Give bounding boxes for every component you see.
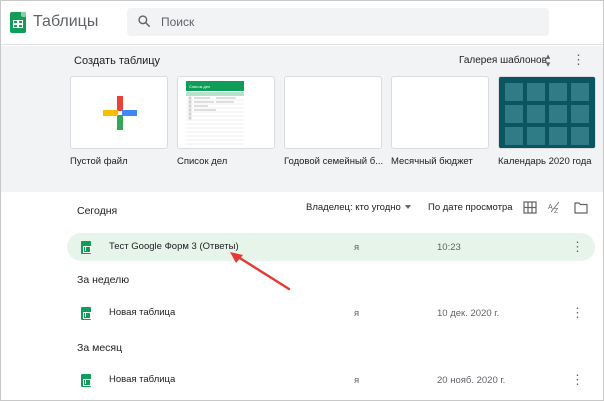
gallery-title: Создать таблицу — [74, 55, 161, 67]
calendar-month-block — [505, 127, 523, 145]
file-owner: я — [354, 242, 360, 253]
sheets-file-icon — [81, 241, 91, 254]
template-gallery: Создать таблицу Галерея шаблонов ▴ ▾ ⋮ Пу… — [1, 46, 603, 192]
calendar-month-block — [505, 83, 523, 101]
app-title[interactable]: Таблицы — [33, 13, 98, 31]
section-week: За неделю — [77, 274, 130, 286]
recent-files: Сегодня Владелец: кто угодно По дате про… — [1, 192, 603, 400]
search-box[interactable] — [127, 8, 549, 36]
template-card[interactable] — [391, 76, 489, 149]
svg-text:Z: Z — [554, 208, 559, 214]
todo-list-preview: Список дел — [186, 81, 244, 145]
calendar-month-block — [571, 127, 589, 145]
sheets-file-icon — [81, 307, 91, 320]
sort-order-button[interactable]: По дате просмотра — [428, 202, 513, 213]
template-card[interactable]: Список дел — [177, 76, 275, 149]
folder-icon[interactable] — [574, 201, 588, 214]
owner-filter-label: Владелец: кто угодно — [306, 202, 401, 213]
calendar-month-block — [571, 83, 589, 101]
template-card[interactable] — [284, 76, 382, 149]
file-row[interactable]: Тест Google Форм 3 (Ответы) я 10:23 ⋮ — [67, 233, 595, 261]
template-label: Пустой файл — [70, 156, 128, 167]
template-calendar[interactable]: Календарь 2020 года — [498, 76, 596, 167]
file-date: 10 дек. 2020 г. — [437, 308, 500, 319]
calendar-month-block — [549, 127, 567, 145]
owner-filter-dropdown[interactable]: Владелец: кто угодно — [306, 202, 411, 213]
template-monthly-budget[interactable]: Месячный бюджет — [391, 76, 489, 167]
sheets-logo-icon[interactable] — [10, 12, 26, 33]
file-row[interactable]: Новая таблица я 20 нояб. 2020 г. ⋮ — [67, 366, 595, 394]
sort-az-icon[interactable]: A Z — [548, 201, 562, 214]
file-date: 10:23 — [437, 242, 461, 253]
template-card[interactable] — [70, 76, 168, 149]
file-date: 20 нояб. 2020 г. — [437, 375, 506, 386]
section-today: Сегодня — [77, 205, 118, 217]
template-card[interactable] — [498, 76, 596, 149]
more-vert-icon[interactable]: ⋮ — [571, 305, 584, 321]
app-window: Таблицы Создать таблицу Галерея шаблонов… — [0, 0, 604, 401]
todo-preview-title: Список дел — [189, 84, 211, 89]
calendar-month-block — [527, 127, 545, 145]
template-gallery-button[interactable]: Галерея шаблонов — [459, 55, 547, 66]
unfold-icon[interactable]: ▴ ▾ — [542, 52, 554, 69]
more-vert-icon[interactable]: ⋮ — [571, 239, 584, 255]
file-name: Новая таблица — [109, 374, 176, 385]
file-owner: я — [354, 375, 360, 386]
sheets-file-icon — [81, 374, 91, 387]
file-row[interactable]: Новая таблица я 10 дек. 2020 г. ⋮ — [67, 299, 595, 327]
calendar-month-block — [527, 105, 545, 123]
file-name: Тест Google Форм 3 (Ответы) — [109, 241, 239, 252]
caret-down-icon — [404, 205, 411, 210]
template-label: Месячный бюджет — [391, 156, 473, 167]
template-todo[interactable]: Список дел Список дел — [177, 76, 275, 167]
template-label: Список дел — [177, 156, 228, 167]
top-bar: Таблицы — [1, 1, 603, 45]
template-blank[interactable]: Пустой файл — [70, 76, 168, 167]
calendar-month-block — [527, 83, 545, 101]
file-owner: я — [354, 308, 360, 319]
more-vert-icon[interactable]: ⋮ — [572, 52, 585, 68]
template-label: Календарь 2020 года — [498, 156, 592, 167]
section-month: За месяц — [77, 342, 123, 354]
search-input[interactable] — [161, 8, 541, 36]
template-label: Годовой семейный б... — [284, 156, 384, 167]
calendar-month-block — [549, 83, 567, 101]
template-family-budget[interactable]: Годовой семейный б... — [284, 76, 383, 167]
calendar-month-block — [505, 105, 523, 123]
grid-view-icon[interactable] — [523, 201, 537, 214]
more-vert-icon[interactable]: ⋮ — [571, 372, 584, 388]
calendar-preview — [499, 77, 595, 148]
search-icon[interactable] — [137, 14, 151, 28]
calendar-month-block — [549, 105, 567, 123]
annotation-arrow-icon — [230, 252, 291, 291]
file-name: Новая таблица — [109, 307, 176, 318]
calendar-month-block — [571, 105, 589, 123]
plus-icon — [103, 96, 137, 130]
